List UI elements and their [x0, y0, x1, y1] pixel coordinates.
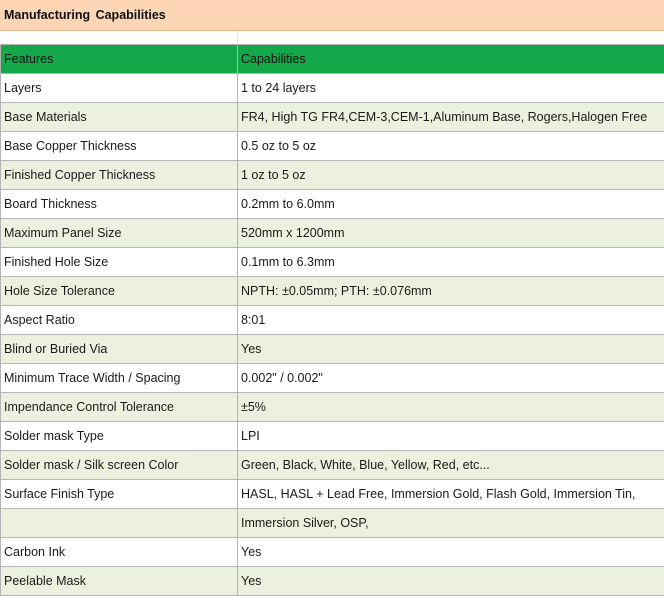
table-row: Finished Copper Thickness 1 oz to 5 oz — [0, 160, 664, 190]
capability-cell: 1 oz to 5 oz — [237, 160, 664, 190]
table-header-row: Features Capabilities — [0, 44, 664, 74]
table-row: Base Copper Thickness 0.5 oz to 5 oz — [0, 131, 664, 161]
capabilities-table: Features Capabilities Layers 1 to 24 lay… — [0, 44, 664, 596]
feature-cell: Finished Copper Thickness — [0, 160, 238, 190]
capability-cell: 0.2mm to 6.0mm — [237, 189, 664, 219]
title-bar: Manufacturing Capabilities — [0, 0, 664, 31]
table-row: Immersion Silver, OSP, — [0, 508, 664, 538]
capability-cell: Green, Black, White, Blue, Yellow, Red, … — [237, 450, 664, 480]
table-row: Impendance Control Tolerance ±5% — [0, 392, 664, 422]
feature-cell: Impendance Control Tolerance — [0, 392, 238, 422]
capability-cell: NPTH: ±0.05mm; PTH: ±0.076mm — [237, 276, 664, 306]
feature-cell: Surface Finish Type — [0, 479, 238, 509]
table-row: Carbon Ink Yes — [0, 537, 664, 567]
spacer-row — [0, 31, 664, 45]
feature-cell: Maximum Panel Size — [0, 218, 238, 248]
table-row: Surface Finish Type HASL, HASL + Lead Fr… — [0, 479, 664, 509]
table-row: Base Materials FR4, High TG FR4,CEM-3,CE… — [0, 102, 664, 132]
capability-cell: Yes — [237, 537, 664, 567]
feature-cell: Board Thickness — [0, 189, 238, 219]
feature-cell: Minimum Trace Width / Spacing — [0, 363, 238, 393]
capability-cell: 520mm x 1200mm — [237, 218, 664, 248]
capability-cell: LPI — [237, 421, 664, 451]
header-capabilities: Capabilities — [237, 44, 664, 74]
capability-cell: FR4, High TG FR4,CEM-3,CEM-1,Aluminum Ba… — [237, 102, 664, 132]
table-row: Board Thickness 0.2mm to 6.0mm — [0, 189, 664, 219]
feature-cell: Peelable Mask — [0, 566, 238, 596]
table-row: Solder mask Type LPI — [0, 421, 664, 451]
table-row: Minimum Trace Width / Spacing 0.002" / 0… — [0, 363, 664, 393]
feature-cell: Layers — [0, 73, 238, 103]
feature-cell: Base Copper Thickness — [0, 131, 238, 161]
table-row: Finished Hole Size 0.1mm to 6.3mm — [0, 247, 664, 277]
header-features: Features — [0, 44, 238, 74]
capability-cell: Yes — [237, 334, 664, 364]
capability-cell: HASL, HASL + Lead Free, Immersion Gold, … — [237, 479, 664, 509]
feature-cell: Solder mask Type — [0, 421, 238, 451]
capability-cell: Immersion Silver, OSP, — [237, 508, 664, 538]
page-title: Manufacturing Capabilities — [4, 8, 166, 22]
capability-cell: 0.1mm to 6.3mm — [237, 247, 664, 277]
table-row: Layers 1 to 24 layers — [0, 73, 664, 103]
capability-cell: Yes — [237, 566, 664, 596]
capability-cell: 0.5 oz to 5 oz — [237, 131, 664, 161]
table-row: Peelable Mask Yes — [0, 566, 664, 596]
capability-cell: ±5% — [237, 392, 664, 422]
table-row: Hole Size Tolerance NPTH: ±0.05mm; PTH: … — [0, 276, 664, 306]
table-row: Maximum Panel Size 520mm x 1200mm — [0, 218, 664, 248]
feature-cell — [0, 508, 238, 538]
feature-cell: Base Materials — [0, 102, 238, 132]
table-row: Solder mask / Silk screen Color Green, B… — [0, 450, 664, 480]
feature-cell: Solder mask / Silk screen Color — [0, 450, 238, 480]
table-row: Blind or Buried Via Yes — [0, 334, 664, 364]
feature-cell: Carbon Ink — [0, 537, 238, 567]
feature-cell: Hole Size Tolerance — [0, 276, 238, 306]
capability-cell: 8:01 — [237, 305, 664, 335]
feature-cell: Finished Hole Size — [0, 247, 238, 277]
capability-cell: 0.002" / 0.002" — [237, 363, 664, 393]
capability-cell: 1 to 24 layers — [237, 73, 664, 103]
feature-cell: Blind or Buried Via — [0, 334, 238, 364]
feature-cell: Aspect Ratio — [0, 305, 238, 335]
table-row: Aspect Ratio 8:01 — [0, 305, 664, 335]
